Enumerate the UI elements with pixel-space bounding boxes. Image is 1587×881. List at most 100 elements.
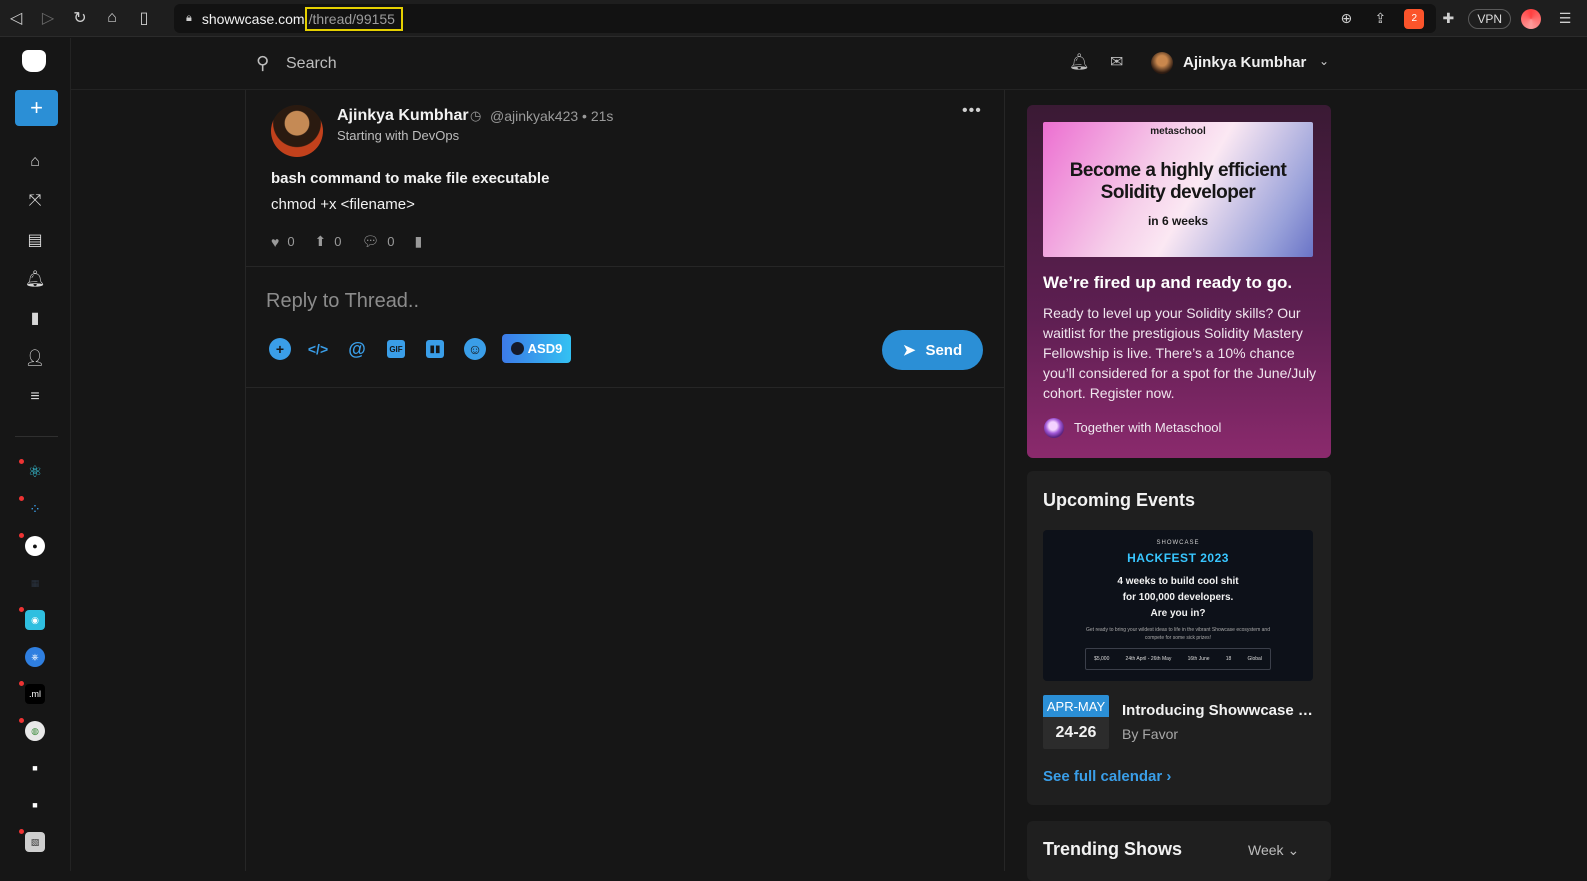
- asd9-button[interactable]: ASD9: [502, 334, 571, 363]
- event-banner-details: $5,000 24th April - 26th May 16th June 1…: [1085, 648, 1271, 670]
- post-title: bash command to make file executable: [271, 170, 550, 187]
- post-handle[interactable]: @ajinkyak423: [490, 108, 578, 124]
- mention-icon[interactable]: @: [346, 338, 368, 360]
- vpn-button[interactable]: VPN: [1468, 8, 1511, 29]
- post-author[interactable]: Ajinkya Kumbhar: [337, 107, 469, 125]
- ad-sponsor: Together with Metaschool: [1074, 420, 1222, 435]
- jobs-nav-icon[interactable]: ▤: [20, 225, 50, 255]
- bookmark-icon[interactable]: ▯: [128, 0, 160, 37]
- trending-period-label: Week: [1248, 842, 1284, 858]
- asd9-label: ASD9: [527, 341, 563, 356]
- notifications-bell-icon[interactable]: 🔔︎: [1069, 52, 1089, 72]
- profile-nav-icon[interactable]: 👤︎: [20, 343, 50, 373]
- unread-dot: [19, 459, 24, 464]
- sponsored-ad-card[interactable]: metaschool Become a highly efficient Soli…: [1027, 105, 1331, 458]
- brave-badge: 2: [1404, 8, 1425, 29]
- event-name[interactable]: Introducing Showwcase Hackfest: [1122, 702, 1317, 719]
- ad-headline: Become a highly efficient Solidity develo…: [1043, 160, 1313, 204]
- zoom-icon[interactable]: ⊕: [1332, 5, 1360, 33]
- ad-duration: in 6 weeks: [1147, 214, 1209, 228]
- event-date-box: APR-MAY 24-26: [1043, 695, 1109, 749]
- event-banner-tagline: 4 weeks to build cool shit for 100,000 de…: [1043, 574, 1313, 622]
- trending-period-select[interactable]: Week ⌄: [1248, 842, 1299, 859]
- user-name[interactable]: Ajinkya Kumbhar: [1183, 54, 1306, 71]
- author-avatar[interactable]: [271, 105, 323, 157]
- home-nav-icon[interactable]: ⌂: [20, 147, 50, 177]
- back-icon[interactable]: ◁: [0, 0, 32, 37]
- upcoming-events-card: Upcoming Events SHOWCASE HACKFEST 2023 4…: [1027, 471, 1331, 805]
- community-showwcase-icon[interactable]: ■: [25, 758, 45, 778]
- chevron-down-icon: ⌄: [1287, 842, 1300, 858]
- chevron-down-icon[interactable]: ⌄: [1319, 54, 1329, 68]
- gif-icon[interactable]: GIF: [387, 340, 405, 358]
- bookmarks-nav-icon[interactable]: ▮: [20, 303, 50, 333]
- event-prize: $5,000: [1094, 656, 1110, 662]
- left-rail: + ⌂ ⤧ ▤ 🔔︎ ▮ 👤︎ ≡ ⚛ ⁘ ● ▦ ◉ ⎈ .ml ◍ ■ ■ …: [0, 38, 71, 871]
- user-avatar[interactable]: [1151, 52, 1173, 74]
- community-dots-icon[interactable]: ⁘: [25, 499, 45, 519]
- share-icon[interactable]: ⇪: [1366, 5, 1394, 33]
- search-input[interactable]: [286, 53, 686, 75]
- stack-nav-icon[interactable]: ≡: [20, 382, 50, 412]
- url-host: showwcase.com: [201, 10, 305, 27]
- thread-post: Ajinkya Kumbhar ◷ @ajinkyak423 • 21s Sta…: [246, 90, 1004, 267]
- community-pattern-icon[interactable]: ▧: [25, 832, 45, 852]
- showwcase-logo-icon[interactable]: [22, 50, 46, 72]
- trending-title: Trending Shows: [1043, 839, 1183, 859]
- boost-arrow-icon[interactable]: ⬆: [315, 233, 327, 250]
- community-cyan-icon[interactable]: ◉: [25, 610, 45, 630]
- community-kubernetes-icon[interactable]: ⎈: [25, 647, 45, 667]
- event-results: 16th June: [1187, 656, 1210, 662]
- extensions-icon[interactable]: ✚: [1434, 5, 1462, 33]
- community-dark-icon[interactable]: ▦: [25, 573, 45, 593]
- trending-shows-card: Trending Shows Week ⌄: [1027, 821, 1331, 881]
- comment-bubble-icon[interactable]: 💬︎: [362, 233, 380, 250]
- brave-shields-icon[interactable]: 2: [1400, 5, 1428, 33]
- event-age: 18: [1225, 656, 1232, 662]
- thread-column: Ajinkya Kumbhar ◷ @ajinkyak423 • 21s Sta…: [245, 90, 1005, 871]
- poll-chart-icon[interactable]: ▮▮: [426, 340, 444, 358]
- notifications-nav-icon[interactable]: 🔔︎: [20, 264, 50, 294]
- post-actions: ♥ 0 ⬆ 0 💬︎ 0 ▮: [271, 233, 422, 250]
- address-bar[interactable]: 🔒︎ showwcase.com/thread/99155: [174, 4, 1436, 33]
- lock-icon: 🔒︎: [186, 12, 192, 24]
- bookmark-icon[interactable]: ▮: [415, 233, 423, 250]
- event-location: Global: [1247, 656, 1262, 662]
- ad-banner[interactable]: metaschool Become a highly efficient Soli…: [1043, 122, 1313, 257]
- send-button[interactable]: ➤ Send: [882, 330, 983, 370]
- comment-count: 0: [387, 234, 395, 249]
- community-showwcase-2-icon[interactable]: ■: [25, 795, 45, 815]
- community-github-icon[interactable]: ●: [25, 536, 45, 556]
- reload-icon[interactable]: ↻: [64, 0, 96, 37]
- reply-composer: + </> @ GIF ▮▮ ☺ ASD9 ➤ Send: [246, 268, 1004, 388]
- code-icon[interactable]: </>: [307, 338, 329, 360]
- url-path: /thread/99155: [304, 6, 403, 31]
- like-heart-icon[interactable]: ♥: [271, 234, 279, 250]
- event-banner[interactable]: SHOWCASE HACKFEST 2023 4 weeks to build …: [1043, 530, 1313, 681]
- explore-nav-icon[interactable]: ⤧: [20, 186, 50, 216]
- event-dates: 24th April - 26th May: [1125, 656, 1172, 662]
- see-full-calendar-link[interactable]: See full calendar ›: [1043, 768, 1171, 785]
- more-options-icon[interactable]: •••: [962, 102, 982, 120]
- community-react-icon[interactable]: ⚛: [25, 462, 45, 482]
- post-subtitle[interactable]: Starting with DevOps: [337, 128, 459, 143]
- community-ml-icon[interactable]: .ml: [25, 684, 45, 704]
- forward-icon[interactable]: ▷: [32, 0, 64, 37]
- emoji-icon[interactable]: ☺: [464, 338, 486, 360]
- menu-icon[interactable]: ☰: [1551, 5, 1579, 33]
- send-plane-icon: ➤: [902, 342, 916, 359]
- community-globe-icon[interactable]: ◍: [25, 721, 45, 741]
- reply-input[interactable]: [266, 288, 866, 314]
- create-button[interactable]: +: [15, 90, 58, 126]
- profile-icon[interactable]: [1517, 5, 1545, 33]
- unread-dot: [19, 718, 24, 723]
- event-tagline-line3: Are you in?: [1150, 608, 1206, 619]
- meta-separator: •: [582, 108, 587, 124]
- events-title: Upcoming Events: [1043, 490, 1196, 510]
- add-attachment-icon[interactable]: +: [269, 338, 291, 360]
- event-author: By Favor: [1122, 726, 1179, 742]
- messages-mail-icon[interactable]: ✉: [1110, 52, 1123, 72]
- event-tagline-line1: 4 weeks to build cool shit: [1117, 576, 1239, 587]
- home-icon[interactable]: ⌂: [96, 0, 128, 37]
- chevron-right-icon: ›: [1166, 768, 1172, 785]
